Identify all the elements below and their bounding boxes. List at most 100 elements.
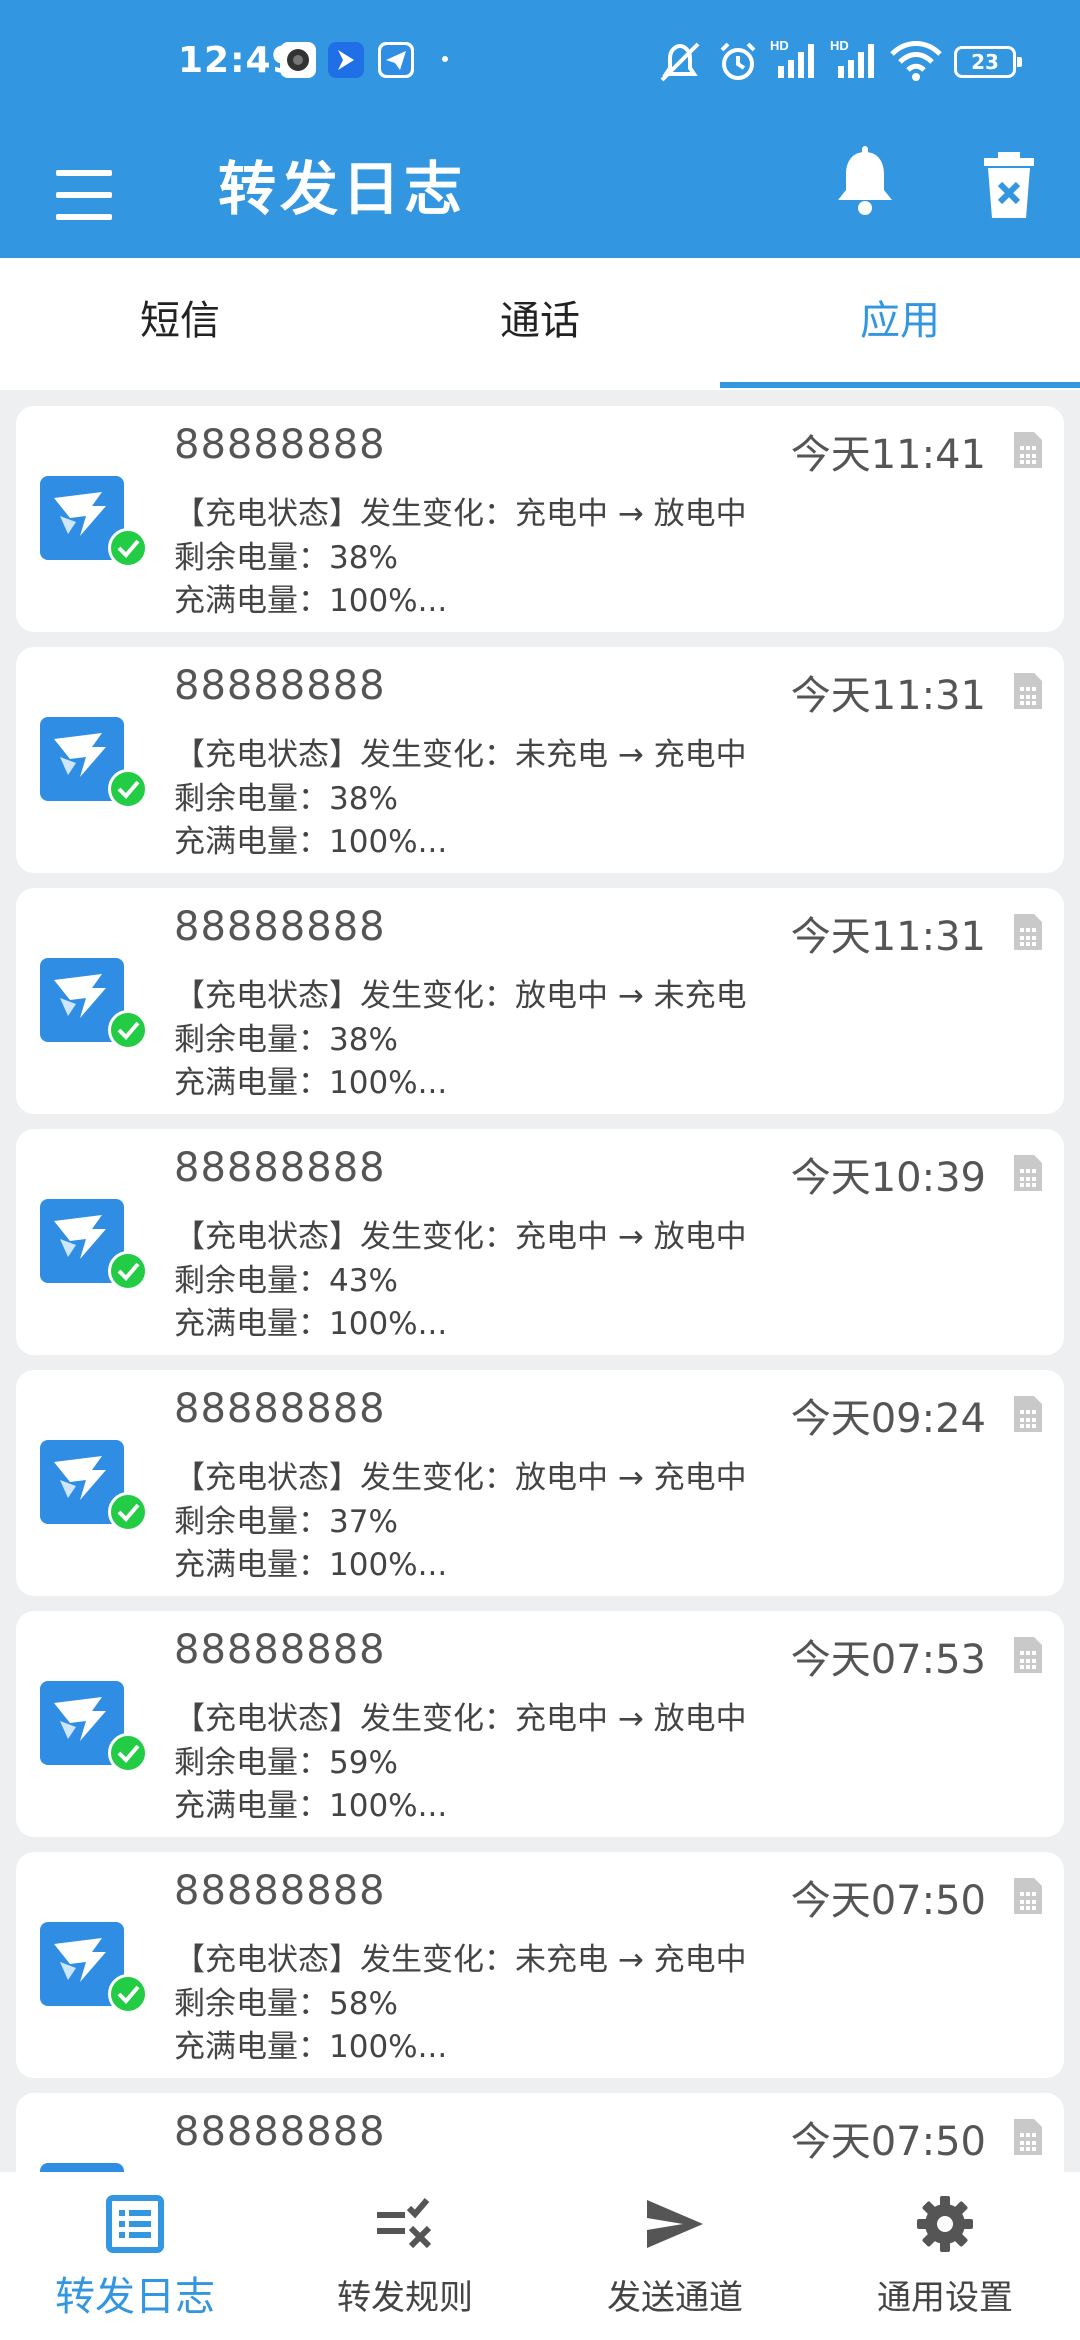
log-item[interactable]: 88888888 今天09:24 【充电状态】发生变化：放电中 → 充电中 剩余… — [16, 1370, 1064, 1596]
sim-card-icon — [1012, 1635, 1044, 1675]
sender-number: 88888888 — [174, 1868, 386, 1914]
log-item[interactable]: 88888888 今天11:31 【充电状态】发生变化：放电中 → 未充电 剩余… — [16, 888, 1064, 1114]
wifi-icon — [890, 40, 942, 86]
app-icon — [40, 2163, 132, 2172]
active-tab-indicator — [720, 382, 1080, 388]
log-list[interactable]: 88888888 今天11:41 【充电状态】发生变化：充电中 → 放电中 剩余… — [0, 402, 1080, 2172]
sim-card-icon — [1012, 1153, 1044, 1193]
app-logo — [40, 2163, 124, 2172]
log-content-line-3: 充满电量：100%... — [174, 1065, 448, 1101]
log-item[interactable]: 88888888 今天07:53 【充电状态】发生变化：充电中 → 放电中 剩余… — [16, 1611, 1064, 1837]
log-content-line-2: 剩余电量：38% — [174, 540, 398, 576]
nav-label: 发送通道 — [607, 2278, 743, 2318]
app-icon — [40, 1922, 148, 2014]
success-check-icon — [108, 1974, 148, 2014]
log-time: 今天07:50 — [790, 1878, 986, 1924]
app-icon — [40, 1440, 148, 1532]
menu-icon[interactable] — [54, 150, 116, 220]
log-content-line-1: 【充电状态】发生变化：放电中 → 未充电 — [174, 978, 747, 1014]
success-check-icon — [108, 528, 148, 568]
delete-all-icon[interactable] — [978, 142, 1040, 222]
alarm-icon — [716, 40, 760, 88]
log-time: 今天11:41 — [790, 432, 986, 478]
app-icon — [40, 1199, 148, 1291]
log-content-line-2: 剩余电量：37% — [174, 1504, 398, 1540]
camera-notification-icon — [280, 42, 316, 78]
sim-card-icon — [1012, 2117, 1044, 2157]
sender-number: 88888888 — [174, 2109, 386, 2155]
log-content-line-3: 充满电量：100%... — [174, 1788, 448, 1824]
toolbar: 转发日志 — [0, 124, 1080, 258]
paper-plane-notification-icon — [378, 42, 414, 78]
log-time: 今天07:50 — [790, 2119, 986, 2165]
bell-icon[interactable] — [830, 142, 900, 222]
tab-apps[interactable]: 应用 — [720, 258, 1080, 390]
log-content-line-2: 剩余电量：38% — [174, 781, 398, 817]
log-time: 今天11:31 — [790, 914, 986, 960]
log-content-line-2: 剩余电量：38% — [174, 1022, 398, 1058]
success-check-icon — [108, 1492, 148, 1532]
tab-sms[interactable]: 短信 — [0, 258, 360, 390]
log-item[interactable]: 88888888 今天11:31 【充电状态】发生变化：未充电 → 充电中 剩余… — [16, 647, 1064, 873]
success-check-icon — [108, 769, 148, 809]
nav-label: 通用设置 — [877, 2278, 1013, 2318]
log-content-line-1: 【充电状态】发生变化：未充电 → 充电中 — [174, 1942, 747, 1978]
log-content-line-1: 【充电状态】发生变化：未充电 → 充电中 — [174, 737, 747, 773]
svg-text:HD: HD — [770, 38, 789, 53]
nav-forward-rules[interactable]: 转发规则 — [270, 2172, 540, 2340]
nav-forward-logs[interactable]: 转发日志 — [0, 2172, 270, 2340]
battery-icon: 23 — [954, 46, 1022, 78]
sender-number: 88888888 — [174, 904, 386, 950]
log-content-line-2: 剩余电量：59% — [174, 1745, 398, 1781]
page-title: 转发日志 — [218, 155, 467, 223]
log-content-line-3: 充满电量：100%... — [174, 1547, 448, 1583]
sim-card-icon — [1012, 430, 1044, 470]
log-content-line-3: 充满电量：100%... — [174, 1306, 448, 1342]
signal-hd-icon-1: HD — [770, 36, 822, 86]
log-item[interactable]: 88888888 今天10:39 【充电状态】发生变化：充电中 → 放电中 剩余… — [16, 1129, 1064, 1355]
tab-calls[interactable]: 通话 — [360, 258, 720, 390]
status-bar: 12:49 HD HD 23 — [0, 0, 1080, 124]
svg-text:HD: HD — [830, 38, 849, 53]
app-bar: 12:49 HD HD 23 转发日志 — [0, 0, 1080, 258]
sender-number: 88888888 — [174, 663, 386, 709]
log-item[interactable]: 88888888 今天11:41 【充电状态】发生变化：充电中 → 放电中 剩余… — [16, 406, 1064, 632]
app-icon — [40, 717, 148, 809]
app-icon — [40, 1681, 148, 1773]
nav-label: 转发日志 — [55, 2274, 215, 2320]
success-check-icon — [108, 1733, 148, 1773]
sender-number: 88888888 — [174, 422, 386, 468]
nav-general-settings[interactable]: 通用设置 — [810, 2172, 1080, 2340]
sender-number: 88888888 — [174, 1386, 386, 1432]
success-check-icon — [108, 1251, 148, 1291]
log-time: 今天10:39 — [790, 1155, 986, 1201]
signal-hd-icon-2: HD — [830, 36, 882, 86]
send-icon — [645, 2194, 705, 2254]
log-item[interactable]: 88888888 今天07:50 — [16, 2093, 1064, 2172]
log-content-line-1: 【充电状态】发生变化：充电中 → 放电中 — [174, 1701, 747, 1737]
log-content-line-1: 【充电状态】发生变化：充电中 → 放电中 — [174, 496, 747, 532]
gear-icon — [915, 2194, 975, 2254]
log-time: 今天07:53 — [790, 1637, 986, 1683]
log-type-tabs: 短信 通话 应用 — [0, 258, 1080, 390]
log-content-line-1: 【充电状态】发生变化：充电中 → 放电中 — [174, 1219, 747, 1255]
mute-icon — [656, 40, 704, 88]
sender-number: 88888888 — [174, 1627, 386, 1673]
log-item[interactable]: 88888888 今天07:50 【充电状态】发生变化：未充电 → 充电中 剩余… — [16, 1852, 1064, 2078]
log-list-icon — [105, 2194, 165, 2254]
log-time: 今天09:24 — [790, 1396, 986, 1442]
app-notification-icon — [328, 42, 364, 78]
log-content-line-2: 剩余电量：58% — [174, 1986, 398, 2022]
nav-send-channels[interactable]: 发送通道 — [540, 2172, 810, 2340]
log-time: 今天11:31 — [790, 673, 986, 719]
success-check-icon — [108, 1010, 148, 1050]
bottom-navigation: 转发日志 转发规则 发送通道 通用设置 — [0, 2172, 1080, 2340]
sim-card-icon — [1012, 671, 1044, 711]
log-content-line-2: 剩余电量：43% — [174, 1263, 398, 1299]
nav-label: 转发规则 — [337, 2278, 473, 2318]
app-icon — [40, 958, 148, 1050]
rules-icon — [375, 2194, 435, 2254]
sim-card-icon — [1012, 912, 1044, 952]
log-content-line-3: 充满电量：100%... — [174, 583, 448, 619]
log-content-line-3: 充满电量：100%... — [174, 824, 448, 860]
